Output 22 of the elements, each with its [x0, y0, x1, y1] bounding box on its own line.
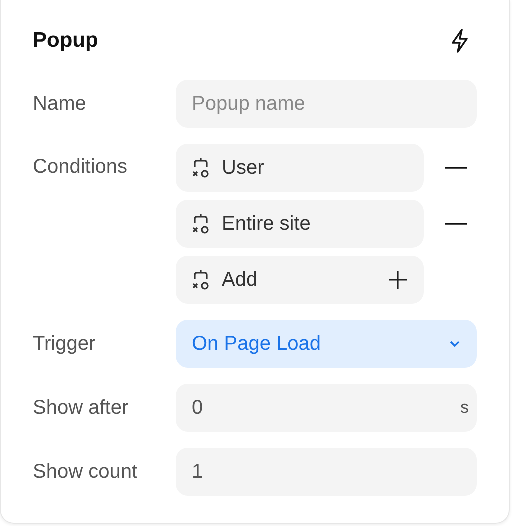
field-label: Show after	[33, 396, 130, 420]
condition-icon	[192, 213, 210, 235]
condition-chip[interactable]: User	[176, 144, 424, 192]
panel-title: Popup	[33, 29, 98, 53]
unit-label: s	[460, 398, 469, 418]
show-after-field[interactable]: 0 s	[176, 384, 477, 432]
condition-icon	[192, 269, 210, 291]
trigger-dropdown[interactable]: On Page Load	[176, 320, 477, 368]
show-count-field[interactable]: 1	[176, 448, 477, 496]
add-condition-button[interactable]: Add	[176, 256, 424, 304]
minus-icon	[445, 222, 467, 226]
lightning-icon[interactable]	[451, 29, 469, 53]
condition-icon	[192, 157, 210, 179]
chevron-down-icon	[449, 340, 461, 348]
field-label: Trigger	[33, 332, 97, 356]
field-label: Conditions	[33, 156, 129, 179]
condition-chip[interactable]: Entire site	[176, 200, 424, 248]
field-label: Show count	[33, 460, 139, 484]
name-field[interactable]: Popup name	[176, 80, 477, 128]
minus-icon	[445, 166, 467, 170]
field-label: Name	[33, 92, 88, 116]
plus-icon	[388, 270, 408, 290]
